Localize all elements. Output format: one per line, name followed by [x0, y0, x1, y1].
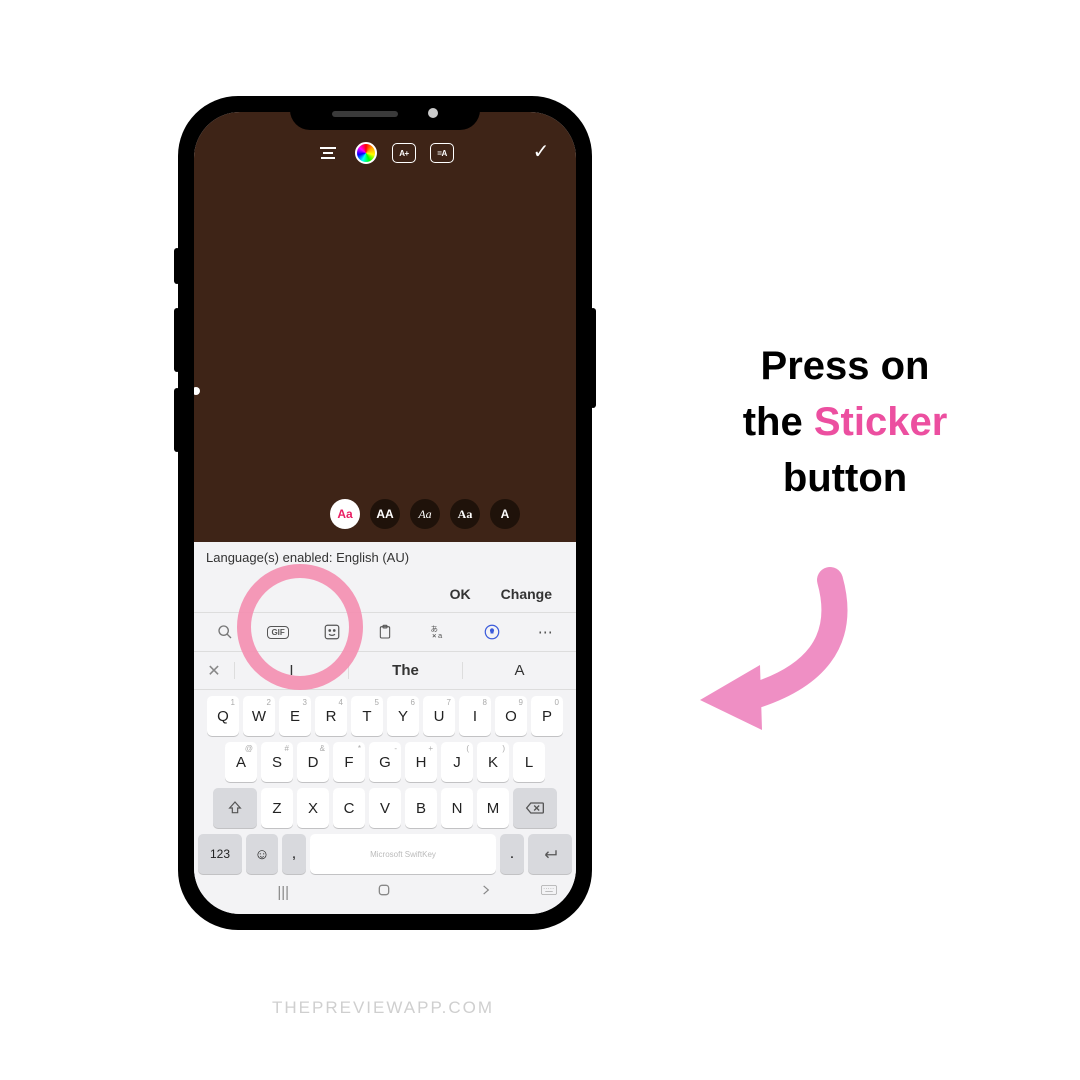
letter-key[interactable]: R4 [315, 696, 347, 736]
done-button[interactable]: ✓ [528, 138, 554, 164]
letter-key[interactable]: Q1 [207, 696, 239, 736]
font-picker-row[interactable]: Aa AA Aa Aa A [194, 494, 576, 534]
letter-key[interactable]: L [513, 742, 545, 782]
letter-key[interactable]: I8 [459, 696, 491, 736]
letter-key[interactable]: E3 [279, 696, 311, 736]
android-navbar: ||| [194, 880, 576, 904]
recent-apps-button[interactable]: ||| [277, 884, 289, 901]
change-button[interactable]: Change [501, 586, 552, 602]
text-align-button[interactable] [315, 140, 341, 166]
suggestion[interactable]: A [462, 662, 576, 679]
font-chip[interactable]: A [490, 499, 520, 529]
font-chip[interactable]: AA [370, 499, 400, 529]
svg-text:a: a [438, 631, 443, 640]
letter-key[interactable]: G- [369, 742, 401, 782]
qwerty-keyboard: Q1W2E3R4T5Y6U7I8O9P0 A@S#D&F*G-H+J(K)L Z… [194, 690, 576, 884]
letter-key[interactable]: M [477, 788, 509, 828]
search-icon[interactable] [200, 616, 249, 648]
translate-button[interactable]: あa [414, 616, 463, 648]
phone-notch [290, 98, 480, 130]
dismiss-suggestions-button[interactable]: ✕ [194, 661, 234, 681]
letter-key[interactable]: C [333, 788, 365, 828]
instruction-caption: Press on the Sticker button [670, 338, 1020, 506]
keyboard-panel: Language(s) enabled: English (AU) OK Cha… [194, 542, 576, 914]
font-chip[interactable]: Aa [410, 499, 440, 529]
text-size-button[interactable]: A+ [391, 140, 417, 166]
lightbulb-button[interactable] [467, 616, 516, 648]
text-cursor-handle[interactable] [194, 387, 200, 395]
back-button[interactable] [479, 883, 493, 901]
arrow-icon [660, 560, 880, 740]
color-wheel-button[interactable] [353, 140, 379, 166]
suggestion-row: ✕ I The A [194, 652, 576, 690]
letter-key[interactable]: J( [441, 742, 473, 782]
letter-key[interactable]: K) [477, 742, 509, 782]
language-message: Language(s) enabled: English (AU) [194, 542, 576, 576]
letter-key[interactable]: B [405, 788, 437, 828]
emoji-key[interactable]: ☺ [246, 834, 278, 874]
letter-key[interactable]: F* [333, 742, 365, 782]
keyboard-switch-button[interactable] [540, 883, 558, 901]
letter-key[interactable]: T5 [351, 696, 383, 736]
home-button[interactable] [376, 882, 392, 902]
letter-key[interactable]: D& [297, 742, 329, 782]
volume-up-button [174, 308, 180, 372]
comma-key[interactable]: , [282, 834, 306, 874]
enter-key[interactable] [528, 834, 572, 874]
backspace-key[interactable] [513, 788, 557, 828]
text-background-button[interactable]: =A [429, 140, 455, 166]
letter-key[interactable]: P0 [531, 696, 563, 736]
letter-key[interactable]: H+ [405, 742, 437, 782]
suggestion[interactable]: The [348, 662, 462, 679]
numeric-key[interactable]: 123 [198, 834, 242, 874]
letter-key[interactable]: O9 [495, 696, 527, 736]
gif-button[interactable]: GIF [253, 616, 302, 648]
story-canvas[interactable]: A+ =A ✓ Aa AA Aa Aa A [194, 112, 576, 542]
ok-button[interactable]: OK [450, 586, 471, 602]
letter-key[interactable]: W2 [243, 696, 275, 736]
color-wheel-icon [355, 142, 377, 164]
suggestion[interactable]: I [234, 662, 348, 679]
letter-key[interactable]: Z [261, 788, 293, 828]
period-key[interactable]: . [500, 834, 524, 874]
watermark: THEPREVIEWAPP.COM [272, 998, 494, 1018]
letter-key[interactable]: Y6 [387, 696, 419, 736]
story-top-toolbar: A+ =A [194, 138, 576, 168]
letter-key[interactable]: S# [261, 742, 293, 782]
letter-key[interactable]: V [369, 788, 401, 828]
phone-screen: A+ =A ✓ Aa AA Aa Aa A Language(s) enable… [194, 112, 576, 914]
letter-key[interactable]: N [441, 788, 473, 828]
font-chip[interactable]: Aa [330, 499, 360, 529]
space-key[interactable]: Microsoft SwiftKey [310, 834, 496, 874]
volume-down-button [174, 388, 180, 452]
more-button[interactable]: ⋯ [521, 616, 570, 648]
power-button [590, 308, 596, 408]
letter-key[interactable]: X [297, 788, 329, 828]
svg-text:あ: あ [431, 624, 439, 633]
keyboard-toolbar: GIF あa ⋯ [194, 612, 576, 652]
font-chip[interactable]: Aa [450, 499, 480, 529]
sticker-button[interactable] [307, 616, 356, 648]
clipboard-button[interactable] [360, 616, 409, 648]
shift-key[interactable] [213, 788, 257, 828]
phone-frame: A+ =A ✓ Aa AA Aa Aa A Language(s) enable… [180, 98, 590, 928]
side-button [174, 248, 180, 284]
letter-key[interactable]: U7 [423, 696, 455, 736]
letter-key[interactable]: A@ [225, 742, 257, 782]
